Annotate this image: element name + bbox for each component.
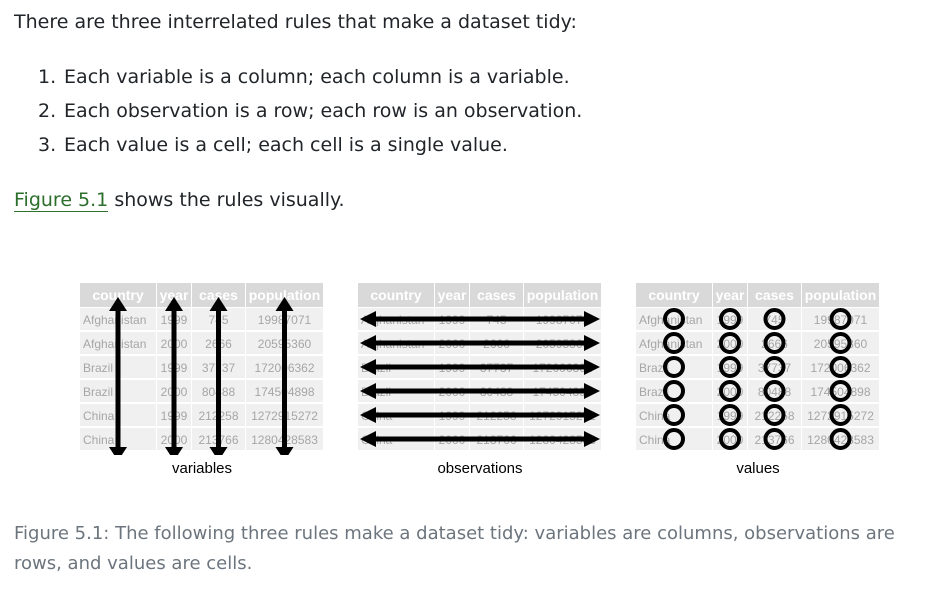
cell-value: Afghanistan bbox=[83, 337, 146, 351]
header-label: year bbox=[716, 287, 745, 303]
rule-text: Each observation is a row; each row is a… bbox=[64, 100, 583, 122]
header-label: population bbox=[527, 287, 599, 303]
rule-number: 1. bbox=[38, 66, 57, 88]
header-label: cases bbox=[477, 287, 516, 303]
rule-number: 3. bbox=[38, 134, 57, 156]
cell-value: Afghanistan bbox=[639, 337, 702, 351]
cell-value: 1280428583 bbox=[807, 433, 874, 447]
cell-value: 172006362 bbox=[810, 361, 870, 375]
arrow-head bbox=[209, 447, 228, 461]
header-label: population bbox=[805, 287, 877, 303]
cell-value: China bbox=[83, 409, 115, 423]
rules-list: 1. Each variable is a column; each colum… bbox=[14, 60, 582, 162]
rule-text: Each value is a cell; each cell is a sin… bbox=[64, 134, 508, 156]
rule-number: 2. bbox=[38, 100, 57, 122]
rule-item: 3. Each value is a cell; each cell is a … bbox=[38, 128, 582, 162]
observations-label: observations bbox=[437, 460, 523, 477]
variables-label: variables bbox=[171, 460, 233, 477]
arrow-head bbox=[275, 447, 294, 461]
variables-panel: countryyearcasespopulationAfghanistan199… bbox=[80, 283, 324, 461]
observations-panel: countryyearcasespopulationAfghanistan199… bbox=[358, 283, 602, 459]
cell-value: Brazil bbox=[83, 385, 113, 399]
rule-item: 2. Each observation is a row; each row i… bbox=[38, 94, 582, 128]
header-label: country bbox=[648, 287, 700, 303]
header-label: country bbox=[370, 287, 422, 303]
arrow-head bbox=[109, 447, 127, 461]
observations-diagram: countryyearcasespopulationAfghanistan199… bbox=[358, 283, 601, 450]
tidy-figure: country year cases population Afghanistan 199… bbox=[80, 283, 882, 483]
header-label: cases bbox=[755, 287, 794, 303]
arrow-head bbox=[165, 447, 183, 461]
cell-value: 213766 bbox=[754, 433, 794, 447]
cell-value: 19987071 bbox=[814, 313, 868, 327]
cell-value: 174504898 bbox=[810, 385, 870, 399]
figure-reference-line: Figure 5.1 shows the rules visually. bbox=[14, 186, 345, 214]
cell-value: Afghanistan bbox=[83, 313, 146, 327]
cell-value: China bbox=[83, 433, 115, 447]
figure-reference-text: shows the rules visually. bbox=[108, 189, 345, 211]
cell-value: Brazil bbox=[83, 361, 113, 375]
cell-value: 80488 bbox=[758, 385, 792, 399]
values-panel: country year cases population Afghanistan 199… bbox=[636, 283, 880, 459]
cell-value: 20595360 bbox=[814, 337, 868, 351]
values-label: values bbox=[736, 460, 780, 477]
cell-value: 37737 bbox=[758, 361, 792, 375]
values-diagram: country year cases population Afghanistan 199… bbox=[636, 283, 879, 450]
figure-caption: Figure 5.1: The following three rules ma… bbox=[14, 523, 895, 574]
header-label: year bbox=[438, 287, 467, 303]
cell-value: 212258 bbox=[754, 409, 794, 423]
figure-link[interactable]: Figure 5.1 bbox=[14, 189, 109, 212]
variables-diagram: countryyearcasespopulationAfghanistan199… bbox=[80, 283, 323, 461]
intro-text: There are three interrelated rules that … bbox=[14, 11, 577, 33]
cell-value: Afghanistan bbox=[639, 313, 702, 327]
cell-value: 1272915272 bbox=[807, 409, 874, 423]
rule-item: 1. Each variable is a column; each colum… bbox=[38, 60, 582, 94]
rule-text: Each variable is a column; each column i… bbox=[64, 66, 570, 88]
